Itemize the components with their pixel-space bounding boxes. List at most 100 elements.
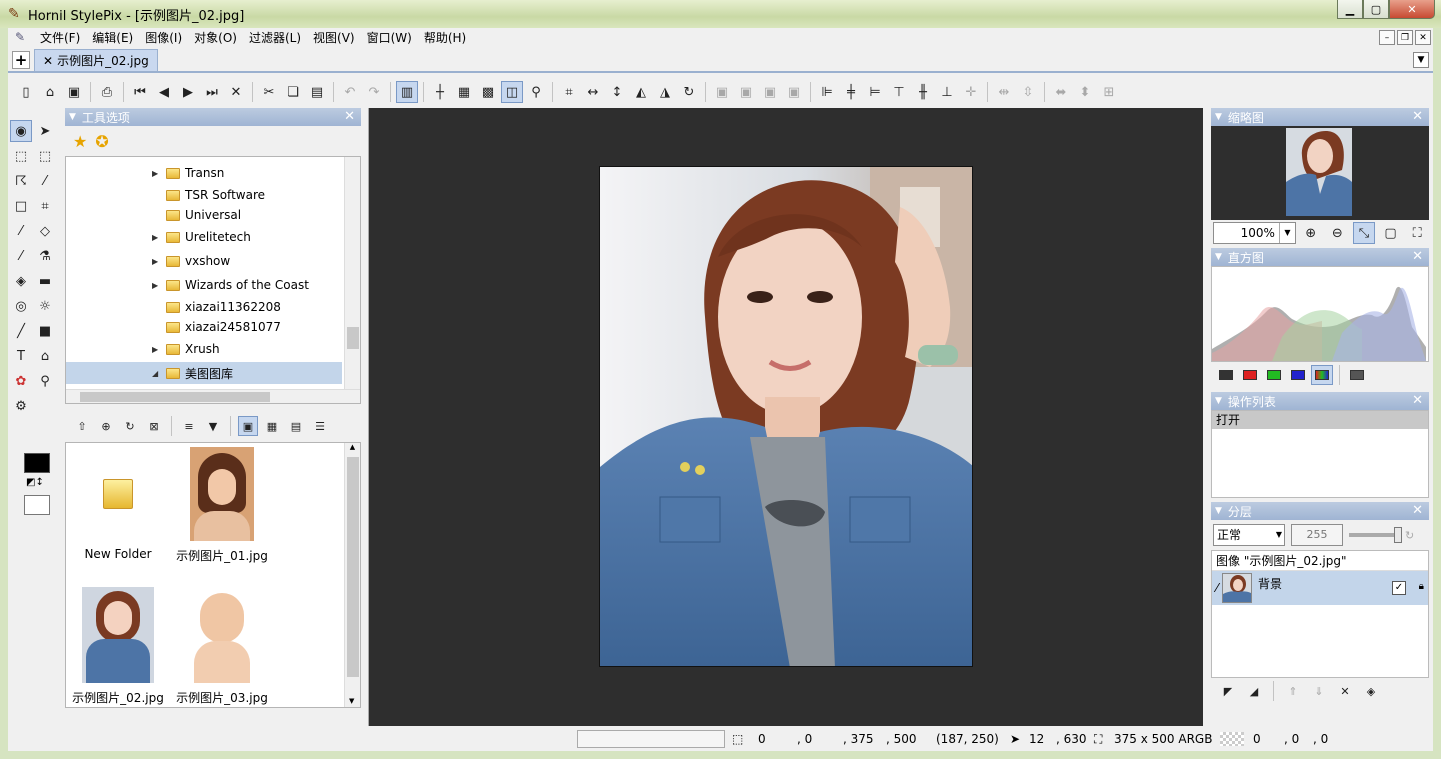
move-layer-down-icon[interactable]: ⇓ bbox=[1309, 681, 1329, 701]
refresh-icon[interactable]: ↻ bbox=[120, 416, 140, 436]
collapse-triangle-icon[interactable]: ▼ bbox=[1215, 396, 1222, 406]
move-layer-up-icon[interactable]: ⇑ bbox=[1283, 681, 1303, 701]
align-left-icon[interactable]: ⊫ bbox=[816, 81, 838, 103]
expand-arrow-icon[interactable]: ▶ bbox=[152, 281, 162, 290]
rotate-right-icon[interactable]: ◮ bbox=[654, 81, 676, 103]
collapse-triangle-icon[interactable]: ▼ bbox=[1215, 112, 1222, 122]
grid-icon[interactable]: ▦ bbox=[453, 81, 475, 103]
scroll-thumb[interactable] bbox=[347, 457, 359, 677]
tree-folder-item[interactable]: xiazai24581077 bbox=[66, 316, 342, 338]
align-bottom-icon[interactable]: ⊥ bbox=[936, 81, 958, 103]
send-backward-icon[interactable]: ▣ bbox=[759, 81, 781, 103]
tree-folder-item[interactable]: ▶ Xrush bbox=[66, 338, 342, 360]
cut-icon[interactable]: ✂ bbox=[258, 81, 280, 103]
maximize-button[interactable]: ▢ bbox=[1363, 0, 1389, 19]
zoom-combobox[interactable]: 100% ▼ bbox=[1213, 222, 1296, 244]
rotate-left-icon[interactable]: ◭ bbox=[630, 81, 652, 103]
brush-icon[interactable]: ⁄ bbox=[10, 220, 32, 242]
eraser-icon[interactable]: ◇ bbox=[34, 220, 56, 242]
document-icon[interactable]: ✎ bbox=[12, 30, 28, 46]
doc-close-button[interactable]: ✕ bbox=[1415, 30, 1431, 45]
thumbnail-item[interactable]: New Folder bbox=[68, 473, 168, 561]
collapse-triangle-icon[interactable]: ▼ bbox=[1215, 506, 1222, 516]
view-medium-icon[interactable]: ▦ bbox=[262, 416, 282, 436]
menu-edit[interactable]: 编辑(E) bbox=[86, 28, 139, 48]
expand-arrow-icon[interactable]: ▶ bbox=[152, 233, 162, 242]
tree-vertical-scrollbar[interactable] bbox=[344, 157, 360, 389]
fit-height-icon[interactable]: ⬍ bbox=[1074, 81, 1096, 103]
tree-folder-item[interactable]: ◢ 美图图库 bbox=[66, 362, 342, 384]
distribute-vertical-icon[interactable]: ⇳ bbox=[1017, 81, 1039, 103]
foreground-color-swatch[interactable] bbox=[24, 453, 50, 473]
menu-object[interactable]: 对象(O) bbox=[188, 28, 243, 48]
tree-folder-item[interactable]: ▶ Urelitetech bbox=[66, 226, 342, 248]
object-select-icon[interactable]: □ bbox=[10, 195, 32, 217]
color-wheel-icon[interactable]: ✿ bbox=[10, 370, 32, 392]
tree-folder-item[interactable]: ▶ Transn bbox=[66, 162, 342, 184]
transform-icon[interactable]: ⬚ bbox=[10, 145, 32, 167]
add-favorite-star-icon[interactable]: ✪ bbox=[95, 132, 108, 151]
actual-size-icon[interactable]: ⤡ bbox=[1353, 222, 1375, 244]
undo-icon[interactable]: ↶ bbox=[339, 81, 361, 103]
panel-close-icon[interactable]: ✕ bbox=[1412, 249, 1423, 264]
tree-folder-item[interactable]: ▶ vxshow bbox=[66, 250, 342, 272]
view-eye-icon[interactable]: ◉ bbox=[10, 120, 32, 142]
tree-folder-item[interactable]: Universal bbox=[66, 204, 342, 226]
zoom-dropdown-icon[interactable]: ▼ bbox=[1278, 223, 1295, 243]
red-eye-icon[interactable]: ◎ bbox=[10, 295, 32, 317]
brightness-icon[interactable]: ☼ bbox=[34, 295, 56, 317]
blend-mode-select[interactable]: 正常 ▼ bbox=[1213, 524, 1285, 546]
reset-icon[interactable]: ↻ bbox=[1405, 529, 1414, 542]
lasso-icon[interactable]: ☈ bbox=[10, 170, 32, 192]
flip-vertical-icon[interactable]: ↕ bbox=[606, 81, 628, 103]
opacity-slider[interactable] bbox=[1349, 527, 1402, 543]
new-layer-icon[interactable]: ◤ bbox=[1218, 681, 1238, 701]
scroll-thumb[interactable] bbox=[80, 392, 270, 402]
first-image-icon[interactable]: ⏮ bbox=[129, 81, 151, 103]
panel-toggle-icon[interactable]: ▥ bbox=[396, 81, 418, 103]
fit-window-icon[interactable]: ▢ bbox=[1380, 222, 1402, 244]
snap-icon[interactable]: ◫ bbox=[501, 81, 523, 103]
opacity-stepper[interactable]: 255 bbox=[1291, 524, 1343, 546]
navigator-view[interactable] bbox=[1211, 126, 1429, 220]
thumbnail-item[interactable]: 示例图片_01.jpg bbox=[172, 447, 272, 564]
up-folder-icon[interactable]: ⇧ bbox=[72, 416, 92, 436]
open-folder-icon[interactable]: ⌂ bbox=[39, 81, 61, 103]
tree-folder-item[interactable]: xiazai11362208 bbox=[66, 296, 342, 318]
menu-image[interactable]: 图像(I) bbox=[139, 28, 188, 48]
sort-dropdown-icon[interactable]: ▼ bbox=[203, 416, 223, 436]
gradient-icon[interactable]: ▬ bbox=[34, 270, 56, 292]
channel-luminosity-icon[interactable] bbox=[1215, 365, 1237, 385]
grid-settings-icon[interactable]: ▩ bbox=[477, 81, 499, 103]
thumbnail-scrollbar[interactable]: ▲ ▼ bbox=[344, 443, 360, 707]
fit-all-icon[interactable]: ⊞ bbox=[1098, 81, 1120, 103]
navigator-thumbnail[interactable] bbox=[1286, 128, 1352, 216]
layer-properties-icon[interactable]: ◈ bbox=[1361, 681, 1381, 701]
panel-close-icon[interactable]: ✕ bbox=[1412, 503, 1423, 518]
scroll-up-arrow-icon[interactable]: ▲ bbox=[345, 443, 360, 451]
last-image-icon[interactable]: ⏭ bbox=[201, 81, 223, 103]
crop-icon[interactable]: ⌗ bbox=[558, 81, 580, 103]
doc-restore-button[interactable]: ❐ bbox=[1397, 30, 1413, 45]
view-small-icon[interactable]: ▤ bbox=[286, 416, 306, 436]
clone-stamp-icon[interactable]: ⁄ bbox=[10, 245, 32, 267]
fit-width-icon[interactable]: ⬌ bbox=[1050, 81, 1072, 103]
history-item-open[interactable]: 打开 bbox=[1212, 411, 1428, 429]
zoom-tool-icon[interactable]: ⚲ bbox=[34, 370, 56, 392]
expand-arrow-icon[interactable]: ▶ bbox=[152, 345, 162, 354]
rect-select-icon[interactable]: ⬚ bbox=[34, 145, 56, 167]
scroll-down-arrow-icon[interactable]: ▼ bbox=[349, 697, 354, 705]
collapse-triangle-icon[interactable]: ▼ bbox=[1215, 252, 1222, 262]
visibility-check-icon[interactable]: ✓ bbox=[1392, 581, 1406, 595]
zoom-out-icon[interactable]: ⊖ bbox=[1327, 222, 1349, 244]
crop-tool-icon[interactable]: ⌗ bbox=[34, 195, 56, 217]
send-back-icon[interactable]: ▣ bbox=[783, 81, 805, 103]
menu-file[interactable]: 文件(F) bbox=[34, 28, 86, 48]
canvas-photo[interactable] bbox=[599, 166, 973, 667]
expand-arrow-icon[interactable]: ▶ bbox=[152, 169, 162, 178]
channel-blue-icon[interactable] bbox=[1287, 365, 1309, 385]
panel-close-icon[interactable]: ✕ bbox=[344, 109, 355, 124]
full-screen-icon[interactable]: ⛶ bbox=[1406, 222, 1428, 244]
open-image-icon[interactable]: ⌂ bbox=[34, 345, 56, 367]
paste-icon[interactable]: ▤ bbox=[306, 81, 328, 103]
